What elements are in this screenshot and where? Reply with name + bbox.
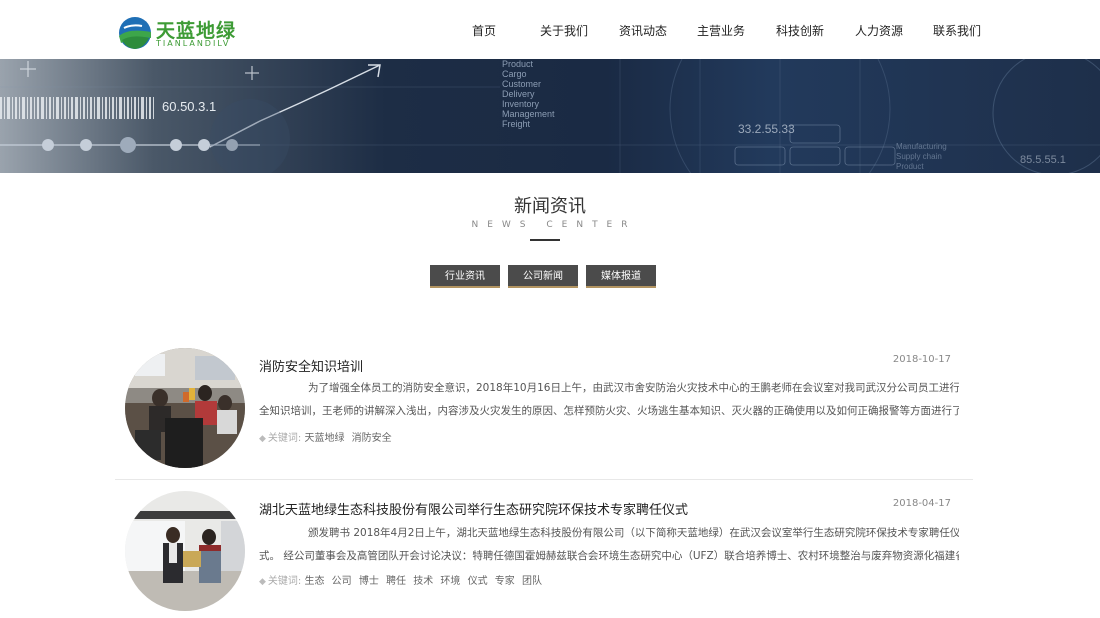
logo-text-en: TIANLANDILV: [156, 39, 231, 48]
tags-label: 关键词:: [267, 576, 302, 587]
tag-icon: ◆: [259, 434, 266, 444]
tab-media-reports[interactable]: 媒体报道: [586, 265, 656, 288]
banner-word: Manufacturing: [896, 142, 947, 151]
nav-item-tech[interactable]: 科技创新: [776, 22, 824, 39]
banner-number-far-right: 85.5.55.1: [1020, 154, 1066, 166]
tag-link[interactable]: 团队: [522, 576, 542, 587]
news-divider: [115, 479, 973, 480]
news-item: 湖北天蓝地绿生态科技股份有限公司举行生态研究院环保技术专家聘任仪式 2018-0…: [115, 487, 973, 617]
ceremony-photo-image: [125, 491, 245, 611]
site-logo[interactable]: 天蓝地绿 TIANLANDILV: [118, 16, 238, 52]
nav-item-home[interactable]: 首页: [472, 22, 496, 39]
news-tags: ◆ 关键词: 生态 公司 博士 聘任 技术 环境 仪式 专家 团队: [259, 572, 546, 587]
banner-word: Management: [502, 109, 555, 119]
training-photo-image: [125, 348, 245, 468]
news-item: 消防安全知识培训 2018-10-17 为了增强全体员工的消防安全意识，2018…: [115, 343, 973, 473]
nav-item-business[interactable]: 主营业务: [697, 22, 745, 39]
section-title: 新闻资讯: [514, 196, 586, 217]
tag-link[interactable]: 博士: [359, 576, 379, 587]
news-tags: ◆ 关键词: 天蓝地绿 消防安全: [259, 429, 396, 444]
tag-link[interactable]: 技术: [413, 576, 433, 587]
tag-link[interactable]: 消防安全: [352, 433, 392, 444]
banner-word: Inventory: [502, 99, 540, 109]
tag-link[interactable]: 生态: [304, 576, 324, 587]
news-date: 2018-04-17: [892, 498, 951, 509]
section-divider: [530, 239, 560, 241]
news-thumbnail[interactable]: [125, 491, 245, 611]
tag-link[interactable]: 公司: [332, 576, 352, 587]
banner-word: Customer: [502, 79, 541, 89]
banner-graphic: 60.50.3.1 33.2.55.33 85.5.55.1 Product C…: [0, 59, 1100, 173]
tag-link[interactable]: 聘任: [386, 576, 406, 587]
tag-link[interactable]: 天蓝地绿: [304, 433, 344, 444]
tag-link[interactable]: 专家: [495, 576, 515, 587]
news-title[interactable]: 消防安全知识培训: [259, 356, 363, 375]
news-summary-line: 为了增强全体员工的消防安全意识，2018年10月16日上午，由武汉市舍安防治火灾…: [308, 382, 959, 394]
news-summary: 颁发聘书 2018年4月2日上午，湖北天蓝地绿生态科技股份有限公司（以下简称天蓝…: [259, 522, 959, 568]
news-summary-line: 式。 经公司董事会及高管团队开会讨论决议：特聘任德国霍姆赫兹联合会环境生态研究中…: [259, 550, 959, 562]
tag-icon: ◆: [259, 577, 266, 587]
banner-number-left: 60.50.3.1: [162, 99, 216, 114]
news-title[interactable]: 湖北天蓝地绿生态科技股份有限公司举行生态研究院环保技术专家聘任仪式: [259, 499, 688, 518]
banner-number-right: 33.2.55.33: [738, 122, 795, 136]
banner-word: Product: [502, 59, 534, 69]
barcode-graphic: [0, 97, 154, 119]
banner-word: Delivery: [502, 89, 535, 99]
tab-company-news[interactable]: 公司新闻: [508, 265, 578, 288]
tag-link[interactable]: 环境: [440, 576, 460, 587]
nav-item-news[interactable]: 资讯动态: [619, 22, 667, 39]
banner-word: Freight: [502, 119, 531, 129]
logo-globe-icon: [119, 17, 151, 49]
banner-word: Cargo: [502, 69, 527, 79]
tab-industry-news[interactable]: 行业资讯: [430, 265, 500, 288]
nav-item-contact[interactable]: 联系我们: [933, 22, 981, 39]
news-summary-line: 全知识培训，王老师的讲解深入浅出，内容涉及火灾发生的原因、怎样预防火灾、火场逃生…: [259, 405, 959, 417]
nav-item-about[interactable]: 关于我们: [540, 22, 588, 39]
hero-banner: 60.50.3.1 33.2.55.33 85.5.55.1 Product C…: [0, 59, 1100, 173]
news-summary: 为了增强全体员工的消防安全意识，2018年10月16日上午，由武汉市舍安防治火灾…: [259, 377, 959, 423]
tag-link[interactable]: 仪式: [468, 576, 488, 587]
section-subtitle: NEWS CENTER: [471, 220, 637, 230]
banner-word: Supply chain: [896, 152, 942, 161]
banner-word: Product: [896, 162, 924, 171]
news-date: 2018-10-17: [892, 354, 951, 365]
tags-label: 关键词:: [267, 433, 302, 444]
news-summary-line: 颁发聘书 2018年4月2日上午，湖北天蓝地绿生态科技股份有限公司（以下简称天蓝…: [308, 527, 959, 539]
news-thumbnail[interactable]: [125, 348, 245, 468]
site-header: 天蓝地绿 TIANLANDILV 首页 关于我们 资讯动态 主营业务 科技创新 …: [0, 0, 1100, 59]
nav-item-hr[interactable]: 人力资源: [855, 22, 903, 39]
